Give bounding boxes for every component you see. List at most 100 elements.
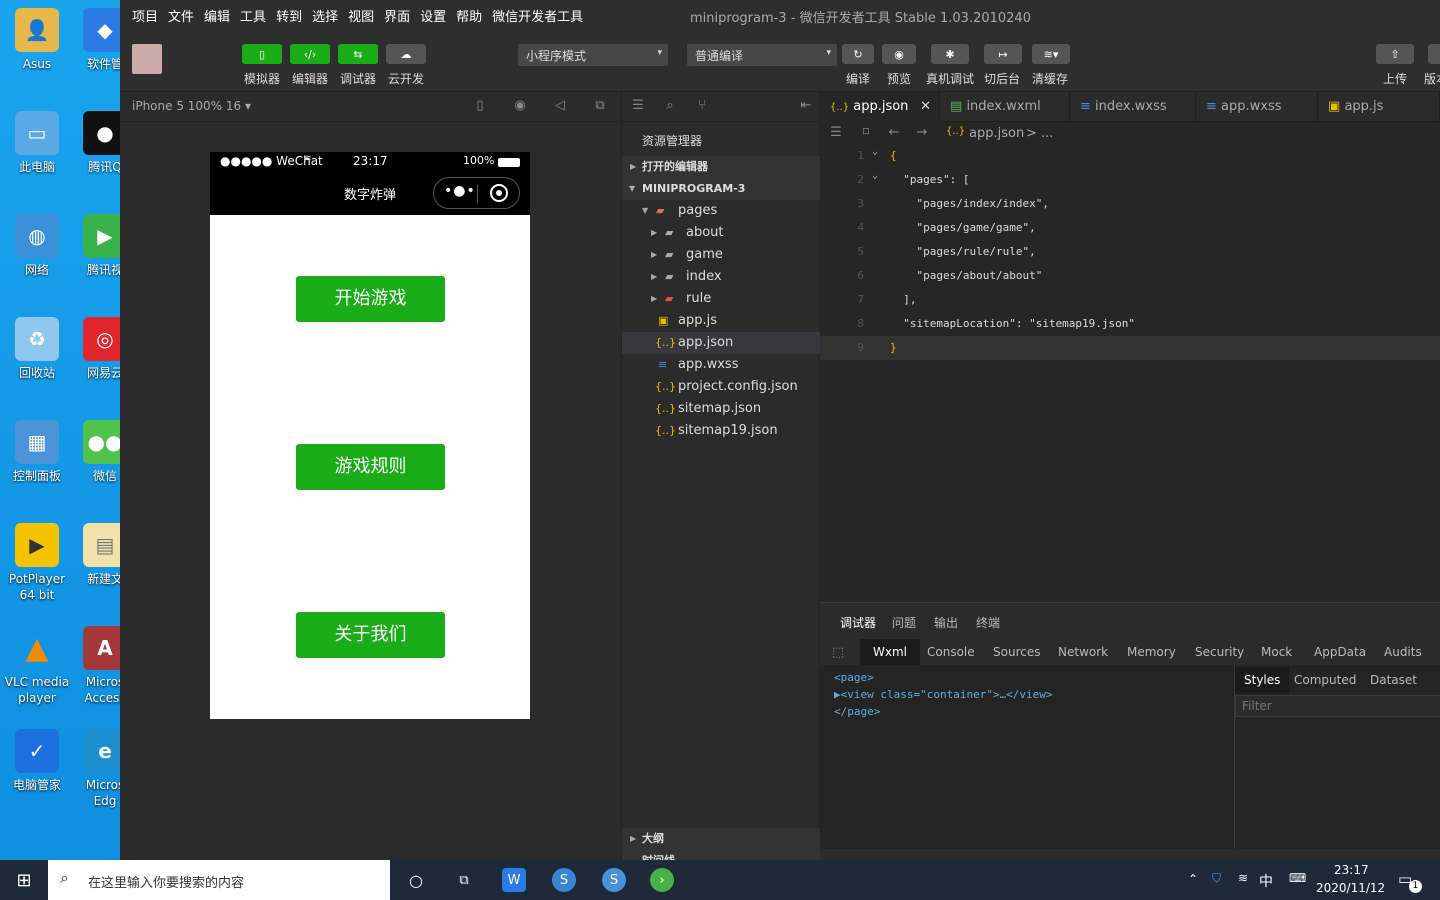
code-line-current[interactable]: 9} [820,336,1440,360]
collapse-panel-icon[interactable]: ⇤ [798,98,814,114]
project-section[interactable]: ▼ MINIPROGRAM-3 [622,178,821,200]
tree-file-app-json[interactable]: {..} app.json [622,332,821,354]
wifi-icon[interactable]: ≋ [1238,871,1248,885]
tab-index-wxss[interactable]: ≡ index.wxss [1070,92,1196,122]
sogou-app-icon[interactable]: S [602,868,626,892]
task-view-icon[interactable]: ⧉ [452,868,476,892]
tab-app-js[interactable]: ▣ app.js [1318,92,1440,122]
menu-project[interactable]: 项目 [132,6,158,25]
clock-time[interactable]: 23:17 [1334,863,1369,877]
code-line[interactable]: 2 ⌄ "pages": [ [820,168,1440,192]
tree-file-app-wxss[interactable]: ≡ app.wxss [622,354,821,376]
close-icon[interactable]: ✕ [920,92,931,122]
tree-folder-rule[interactable]: ▶ ▰ rule [622,288,821,310]
version-button[interactable] [1428,44,1440,64]
tree-file-sitemap19[interactable]: {..} sitemap19.json [622,420,821,442]
shield-icon[interactable]: ⛉ [1212,871,1221,886]
about-us-button[interactable]: 关于我们 [296,612,445,658]
menu-settings[interactable]: 设置 [420,6,446,25]
tree-file-sitemap[interactable]: {..} sitemap.json [622,398,821,420]
tab-index-wxml[interactable]: ▤ index.wxml [940,92,1070,122]
timeline-section[interactable]: 时间线 [622,850,820,860]
tree-folder-index[interactable]: ▶ ▰ index [622,266,821,288]
tab-security[interactable]: Security [1195,639,1244,665]
list-icon[interactable]: ☰ [828,125,844,141]
bookmark-icon[interactable]: ⌑ [858,125,874,141]
tab-wxml[interactable]: Wxml [860,639,920,665]
tree-file-app-js[interactable]: ▣ app.js [622,310,821,332]
sogou-browser-icon[interactable]: S [552,868,576,892]
dom-node[interactable]: <page> [834,671,874,684]
tab-computed[interactable]: Computed [1294,667,1356,693]
menu-select[interactable]: 选择 [312,6,338,25]
code-line[interactable]: 8 "sitemapLocation": "sitemap19.json" [820,312,1440,336]
outline-section[interactable]: ▶ 大纲 [622,828,820,850]
mode-select[interactable]: 小程序模式 ▾ [518,44,668,66]
window-icon[interactable]: ⧉ [592,98,608,114]
ime-indicator[interactable]: 中 [1259,871,1273,891]
close-circle-icon[interactable] [490,184,508,202]
open-editors-section[interactable]: ▶ 打开的编辑器 [622,156,821,178]
tab-console[interactable]: Console [927,639,975,665]
cortana-icon[interactable]: ○ [404,868,428,892]
compile-button[interactable]: ↻ [842,44,874,64]
breadcrumb-file[interactable]: app.json [969,126,1024,141]
code-line[interactable]: 6 "pages/about/about" [820,264,1440,288]
tab-terminal[interactable]: 终端 [976,614,1000,631]
wps-icon[interactable]: W [502,868,526,892]
device-select[interactable]: iPhone 5 100% 16 ▾ [132,99,251,113]
tab-output[interactable]: 输出 [934,614,958,631]
keyboard-icon[interactable]: ⌨ [1289,871,1306,885]
editor-toggle-button[interactable]: ‹/› [290,44,330,64]
chevron-up-icon[interactable]: ⌃ [1188,872,1198,886]
tab-mock[interactable]: Mock [1261,639,1292,665]
tab-app-wxss[interactable]: ≡ app.wxss [1196,92,1318,122]
preview-button[interactable]: ◉ [882,44,916,64]
tab-styles[interactable]: Styles [1235,667,1290,693]
menu-tools[interactable]: 工具 [240,6,266,25]
dom-node[interactable]: </page> [834,705,880,718]
code-line[interactable]: 5 "pages/rule/rule", [820,240,1440,264]
phone-icon[interactable]: ▯ [472,98,488,114]
forward-arrow-icon[interactable]: → [914,125,930,141]
tab-network[interactable]: Network [1058,639,1108,665]
code-line[interactable]: 1 ⌄{ [820,144,1440,168]
record-icon[interactable]: ◉ [512,98,528,114]
tree-file-project-config[interactable]: {..} project.config.json [622,376,821,398]
fold-chevron-icon[interactable]: ⌄ [872,146,878,157]
upload-button[interactable]: ⇧ [1376,44,1414,64]
styles-filter-input[interactable] [1235,695,1440,717]
tab-sources[interactable]: Sources [993,639,1040,665]
clock-date[interactable]: 2020/11/12 [1316,881,1385,895]
menu-view[interactable]: 视图 [348,6,374,25]
tab-appdata[interactable]: AppData [1314,639,1366,665]
fold-chevron-icon[interactable]: ⌄ [872,170,878,181]
git-branch-icon[interactable]: ⑂ [694,98,710,114]
tab-audits[interactable]: Audits [1384,639,1422,665]
clear-cache-button[interactable]: ≋▾ [1032,44,1070,64]
list-icon[interactable]: ☰ [630,98,646,114]
code-line[interactable]: 3 "pages/index/index", [820,192,1440,216]
breadcrumb-more[interactable]: > ... [1026,126,1053,141]
menu-edit[interactable]: 编辑 [204,6,230,25]
game-rules-button[interactable]: 游戏规则 [296,444,445,490]
more-dots-icon[interactable]: •●• [444,183,476,199]
cloud-dev-button[interactable]: ☁ [386,44,426,64]
simulator-toggle-button[interactable]: ▯ [242,44,282,64]
wechat-devtools-taskbar-icon[interactable]: › [650,868,674,892]
volume-icon[interactable]: ◁ [552,98,568,114]
start-game-button[interactable]: 开始游戏 [296,276,445,322]
windows-start-icon[interactable]: ⊞ [12,868,36,892]
code-line[interactable]: 7 ], [820,288,1440,312]
tree-folder-about[interactable]: ▶ ▰ about [622,222,821,244]
dom-node[interactable]: ▶<view class="container">…</view> [834,688,1053,701]
device-debug-button[interactable]: ✱ [931,44,969,64]
menu-help[interactable]: 帮助 [456,6,482,25]
tab-debugger[interactable]: 调试器 [840,614,876,631]
tab-dataset[interactable]: Dataset [1370,667,1417,693]
tab-problems[interactable]: 问题 [892,614,916,631]
tab-app-json[interactable]: {..} app.json ✕ [820,92,940,122]
menu-file[interactable]: 文件 [168,6,194,25]
debugger-toggle-button[interactable]: ⇆ [338,44,378,64]
taskbar-search[interactable]: ⌕ 在这里输入你要搜索的内容 [48,860,390,900]
